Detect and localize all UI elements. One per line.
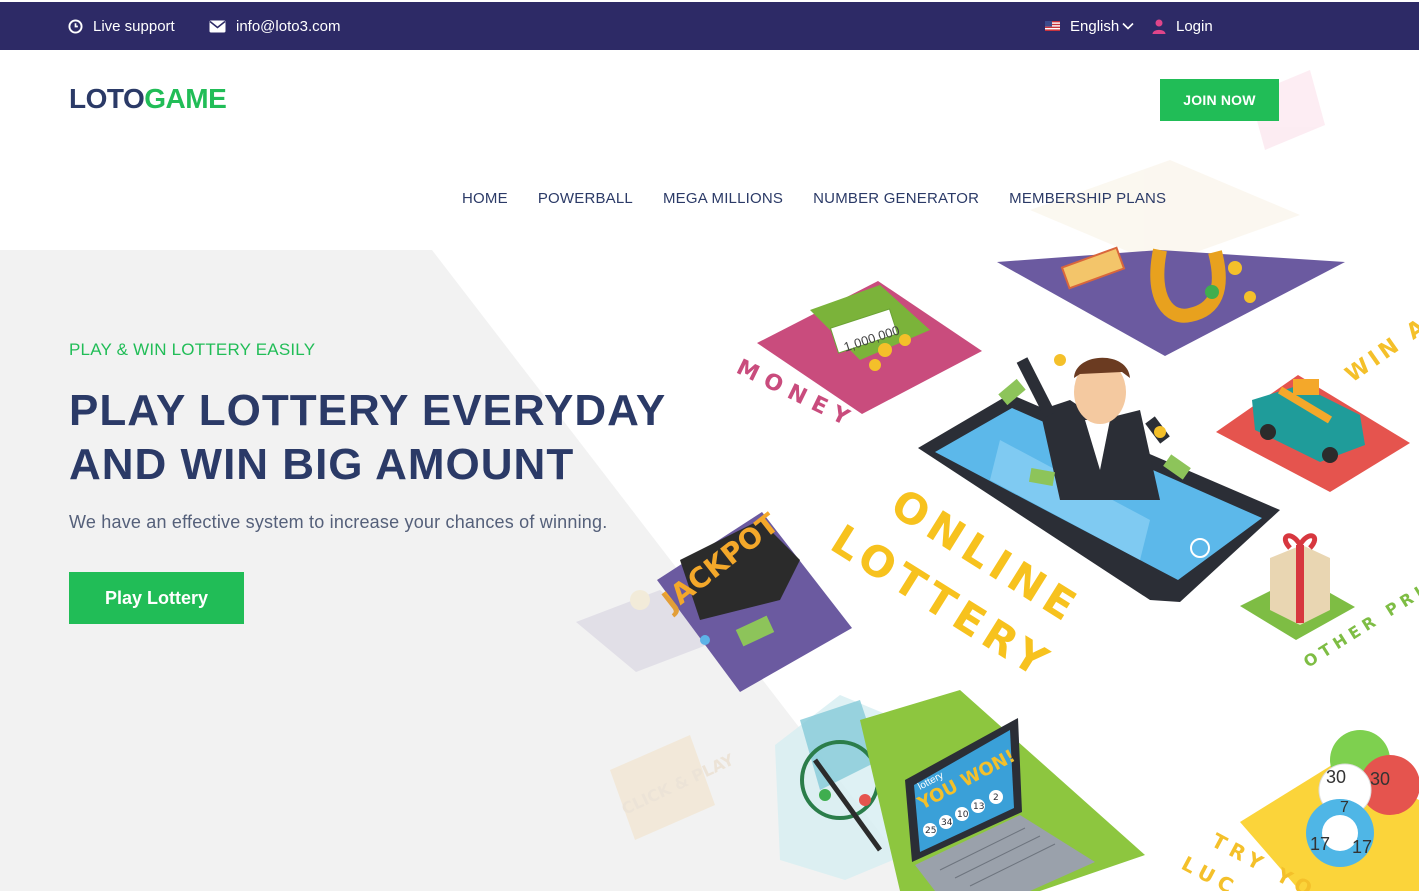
chevron-down-icon [1122, 22, 1134, 30]
site-logo[interactable]: LOTOGAME [69, 83, 227, 115]
nav-item-home[interactable]: HOME [462, 190, 508, 207]
top-bar: Live support info@loto3.com English Logi… [0, 2, 1419, 50]
hero-headline: PLAY LOTTERY EVERYDAY AND WIN BIG AMOUNT [69, 384, 709, 492]
nav-item-powerball[interactable]: POWERBALL [538, 190, 633, 207]
live-support-label: Live support [93, 17, 175, 35]
email-link[interactable]: info@loto3.com [209, 2, 340, 50]
clock-icon [68, 18, 83, 34]
us-flag-icon [1045, 21, 1060, 31]
join-now-button[interactable]: JOIN NOW [1160, 79, 1279, 121]
language-label: English [1070, 17, 1120, 35]
hero-kicker: PLAY & WIN LOTTERY EASILY [69, 340, 316, 359]
hero-subtext: We have an effective system to increase … [69, 512, 608, 532]
headline-line-2: AND WIN BIG AMOUNT [69, 440, 575, 489]
main-navigation: HOME POWERBALL MEGA MILLIONS NUMBER GENE… [462, 190, 1196, 207]
user-icon [1152, 19, 1166, 34]
envelope-icon [209, 20, 226, 32]
nav-item-mega-millions[interactable]: MEGA MILLIONS [663, 190, 783, 207]
language-selector[interactable]: English [1045, 2, 1144, 50]
play-lottery-button[interactable]: Play Lottery [69, 572, 244, 624]
logo-text-part1: LOTO [69, 83, 145, 114]
headline-line-1: PLAY LOTTERY EVERYDAY [69, 386, 667, 435]
logo-text-part2: GAME [144, 83, 227, 114]
email-label: info@loto3.com [236, 17, 341, 35]
live-support-link[interactable]: Live support [68, 2, 175, 50]
login-label: Login [1176, 17, 1213, 35]
nav-item-number-generator[interactable]: NUMBER GENERATOR [813, 190, 979, 207]
login-link[interactable]: Login [1152, 2, 1213, 50]
nav-item-membership-plans[interactable]: MEMBERSHIP PLANS [1009, 190, 1166, 207]
